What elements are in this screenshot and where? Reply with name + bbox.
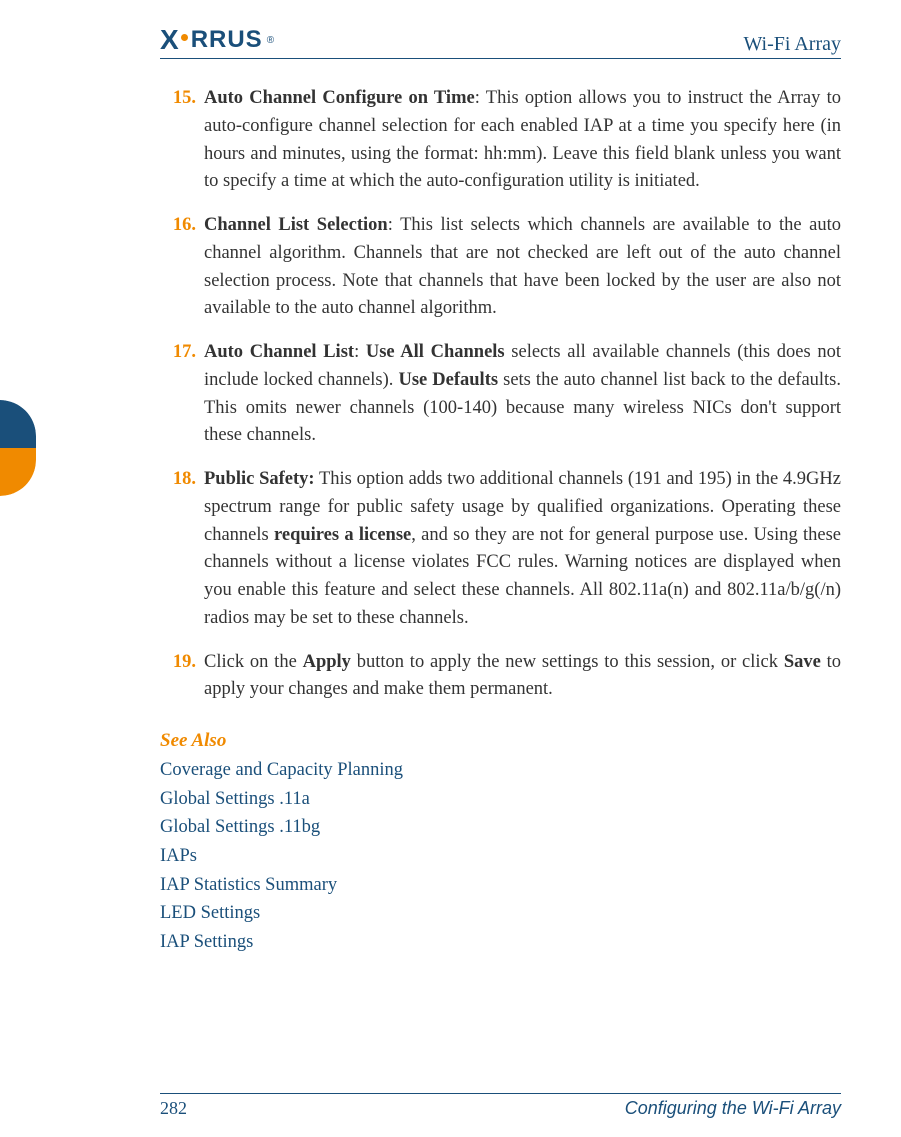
step-mid1: button to apply the new settings to this… — [351, 652, 784, 672]
see-also-link[interactable]: IAP Statistics Summary — [160, 871, 841, 900]
step-sep: : — [388, 215, 400, 235]
step-pre: Click on the — [204, 652, 303, 672]
step-19: 19. Click on the Apply button to apply t… — [160, 649, 841, 705]
see-also-link[interactable]: Global Settings .11bg — [160, 813, 841, 842]
page-header: X RRUS ® Wi-Fi Array — [160, 24, 841, 59]
step-17: 17. Auto Channel List: Use All Channels … — [160, 339, 841, 450]
page-footer: 282 Configuring the Wi-Fi Array — [160, 1093, 841, 1119]
step-bold2: Use All Channels — [366, 342, 505, 362]
logo-dot-icon — [181, 34, 188, 41]
footer-section-title: Configuring the Wi-Fi Array — [625, 1098, 841, 1119]
see-also-section: See Also Coverage and Capacity Planning … — [160, 730, 841, 957]
step-bold2: Apply — [303, 652, 351, 672]
step-16: 16. Channel List Selection: This list se… — [160, 212, 841, 323]
step-15: 15. Auto Channel Configure on Time: This… — [160, 85, 841, 196]
step-18: 18. Public Safety: This option adds two … — [160, 466, 841, 633]
step-bold2: requires a license — [274, 525, 411, 545]
step-lead: Auto Channel List — [204, 342, 354, 362]
see-also-link[interactable]: IAPs — [160, 842, 841, 871]
step-lead: Auto Channel Configure on Time — [204, 88, 475, 108]
step-lead: Public Safety: — [204, 469, 315, 489]
step-number: 15. — [160, 85, 196, 113]
step-bold3: Save — [784, 652, 821, 672]
see-also-link[interactable]: IAP Settings — [160, 928, 841, 957]
step-lead: Channel List Selection — [204, 215, 388, 235]
step-number: 19. — [160, 649, 196, 677]
step-list: 15. Auto Channel Configure on Time: This… — [160, 85, 841, 704]
step-bold3: Use Defaults — [398, 370, 498, 390]
see-also-heading: See Also — [160, 730, 841, 752]
step-sep: : — [354, 342, 366, 362]
xirrus-logo: X RRUS ® — [160, 24, 274, 56]
see-also-link[interactable]: LED Settings — [160, 899, 841, 928]
header-title: Wi-Fi Array — [743, 33, 841, 56]
logo-text: RRUS — [191, 26, 263, 54]
main-content: 15. Auto Channel Configure on Time: This… — [160, 85, 841, 957]
logo-x-letter: X — [160, 24, 178, 56]
step-number: 18. — [160, 466, 196, 494]
see-also-link[interactable]: Coverage and Capacity Planning — [160, 756, 841, 785]
side-thumb-tab — [0, 400, 36, 496]
see-also-link[interactable]: Global Settings .11a — [160, 785, 841, 814]
step-number: 17. — [160, 339, 196, 367]
registered-icon: ® — [267, 35, 274, 46]
page-number: 282 — [160, 1098, 187, 1119]
step-sep: : — [475, 88, 486, 108]
step-number: 16. — [160, 212, 196, 240]
